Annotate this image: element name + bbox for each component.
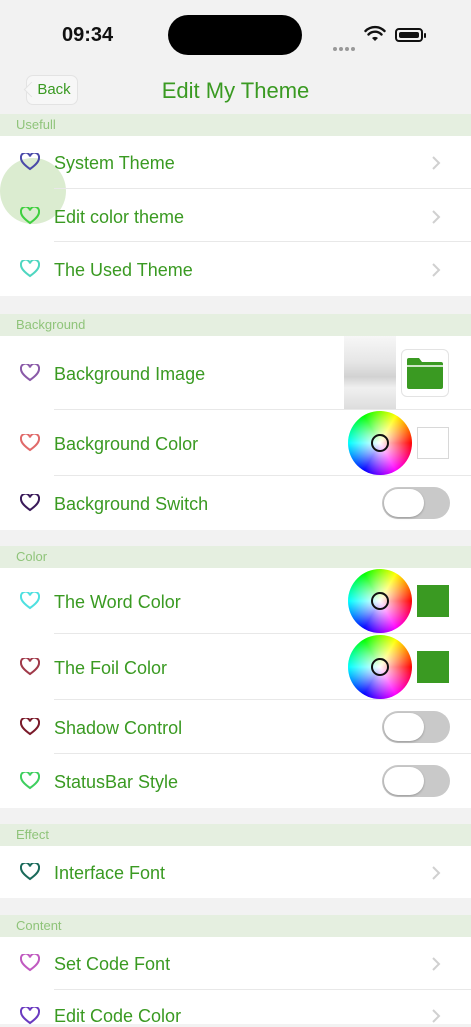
chevron-right-icon	[432, 263, 441, 277]
list-item-used-theme[interactable]: The Used Theme	[0, 242, 471, 295]
shadow-control-toggle[interactable]	[382, 711, 450, 743]
status-bar: 09:34	[0, 0, 471, 70]
list-item-background-image[interactable]: Background Image	[0, 336, 471, 410]
section-content: Set Code Font Edit Code Color	[0, 937, 471, 1026]
section-header-color: Color	[0, 546, 471, 568]
list-item-label: StatusBar Style	[54, 772, 179, 792]
heart-icon	[20, 592, 40, 610]
list-item-edit-code-color[interactable]: Edit Code Color	[0, 990, 471, 1026]
list-item-edit-color-theme[interactable]: Edit color theme	[0, 189, 471, 242]
list-item-background-switch[interactable]: Background Switch	[0, 476, 471, 530]
background-image-preview[interactable]	[344, 336, 396, 410]
page-title: Edit My Theme	[161, 78, 310, 103]
heart-icon	[20, 863, 40, 881]
list-item-label: Interface Font	[54, 863, 166, 883]
section-usefull: System Theme Edit color theme The Used T…	[0, 136, 471, 296]
foil-color-swatch[interactable]	[417, 651, 449, 683]
list-item-label: Background Switch	[54, 494, 209, 514]
section-header-usefull: Usefull	[0, 114, 471, 136]
navigation-bar: Back Edit My Theme	[0, 70, 471, 112]
heart-icon	[20, 772, 40, 790]
section-header-background: Background	[0, 314, 471, 336]
battery-icon	[395, 28, 426, 42]
chevron-right-icon	[432, 210, 441, 224]
chevron-right-icon	[432, 156, 441, 170]
list-item-statusbar-style[interactable]: StatusBar Style	[0, 754, 471, 808]
signal-icon	[333, 38, 357, 51]
heart-icon	[20, 260, 40, 278]
heart-icon	[20, 153, 40, 171]
color-wheel[interactable]	[348, 635, 412, 699]
chevron-right-icon	[432, 957, 441, 971]
list-item-label: Set Code Font	[54, 954, 171, 974]
color-wheel[interactable]	[348, 569, 412, 633]
list-item-label: Background Color	[54, 434, 199, 454]
section-effect: Interface Font	[0, 846, 471, 898]
list-item-foil-color[interactable]: The Foil Color	[0, 634, 471, 700]
color-swatch-empty[interactable]	[417, 427, 449, 459]
section-color: The Word Color The Foil Color Shadow Con…	[0, 568, 471, 808]
chevron-right-icon	[432, 866, 441, 880]
list-item-word-color[interactable]: The Word Color	[0, 568, 471, 634]
list-item-shadow-control[interactable]: Shadow Control	[0, 700, 471, 754]
dynamic-island	[168, 15, 302, 55]
heart-icon	[20, 1007, 40, 1025]
list-item-background-color[interactable]: Background Color	[0, 410, 471, 476]
color-wheel[interactable]	[348, 411, 412, 475]
heart-icon	[20, 434, 40, 452]
list-item-system-theme[interactable]: System Theme	[0, 136, 471, 189]
status-time: 09:34	[62, 24, 114, 46]
heart-icon	[20, 718, 40, 736]
list-item-label: Background Image	[54, 364, 206, 384]
list-item-interface-font[interactable]: Interface Font	[0, 846, 471, 898]
section-header-effect: Effect	[0, 824, 471, 846]
heart-icon	[20, 494, 40, 512]
section-header-content: Content	[0, 915, 471, 937]
list-item-label: Edit color theme	[54, 207, 185, 227]
folder-icon	[407, 358, 443, 389]
background-switch-toggle[interactable]	[382, 487, 450, 519]
list-item-label: The Foil Color	[54, 658, 168, 678]
list-item-label: Shadow Control	[54, 718, 183, 738]
heart-icon	[20, 658, 40, 676]
word-color-swatch[interactable]	[417, 585, 449, 617]
heart-icon	[20, 207, 40, 225]
chevron-right-icon	[432, 1009, 441, 1023]
statusbar-style-toggle[interactable]	[382, 765, 450, 797]
list-item-label: System Theme	[54, 153, 175, 173]
list-item-label: The Used Theme	[54, 260, 193, 280]
folder-button[interactable]	[401, 349, 449, 397]
section-background: Background Image Background Color Backgr…	[0, 336, 471, 530]
heart-icon	[20, 954, 40, 972]
heart-icon	[20, 364, 40, 382]
list-item-set-code-font[interactable]: Set Code Font	[0, 937, 471, 990]
list-item-label: The Word Color	[54, 592, 181, 612]
wifi-icon	[364, 25, 386, 41]
